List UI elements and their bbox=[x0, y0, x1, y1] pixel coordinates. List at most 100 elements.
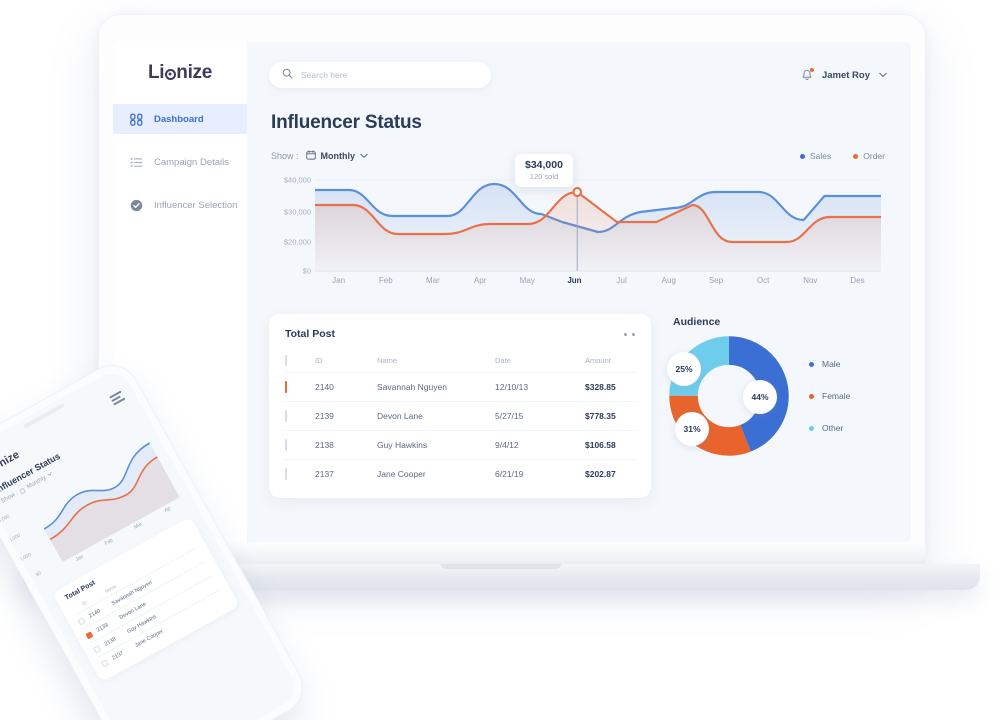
y-tick-label: $0 bbox=[302, 266, 311, 276]
sidebar-item-influencer-selection[interactable]: Influencer Selection bbox=[113, 190, 247, 220]
sidebar-item-campaign-details[interactable]: Campaign Details bbox=[113, 147, 247, 177]
chevron-down-icon[interactable] bbox=[360, 151, 368, 161]
hamburger-icon[interactable] bbox=[109, 390, 126, 406]
x-tick-label: Feb bbox=[378, 276, 393, 285]
calendar-icon bbox=[305, 150, 316, 162]
column-header-name: Name bbox=[377, 356, 398, 365]
x-tick-label: Nov bbox=[803, 276, 818, 285]
search-input[interactable] bbox=[301, 70, 478, 80]
y-tick-label: $30,000 bbox=[2, 532, 22, 547]
legend-dot bbox=[809, 393, 814, 399]
x-tick-label: May bbox=[519, 276, 535, 285]
laptop-screen: Li nize Dashboard Campaign Details Influe… bbox=[113, 42, 911, 542]
chevron-down-icon[interactable] bbox=[879, 70, 887, 81]
row-checkbox[interactable] bbox=[285, 468, 287, 480]
total-post-table: ID Name Date Amount 2140 Savannah Nguyen bbox=[285, 349, 635, 488]
audience-legend-item-female: Female bbox=[809, 391, 850, 401]
legend-label: Female bbox=[822, 391, 851, 401]
legend-label: Sales bbox=[810, 151, 832, 161]
column-header-id: ID bbox=[315, 356, 323, 365]
logo-ring-icon bbox=[164, 68, 176, 80]
sidebar-item-label: Dashboard bbox=[154, 113, 204, 125]
chart-legend: Sales Order bbox=[800, 151, 885, 161]
more-dots-icon[interactable] bbox=[624, 332, 635, 336]
table-row[interactable]: 2138 Guy Hawkins 9/4/12 $106.58 bbox=[285, 430, 635, 460]
audience-legend: Male Female Other bbox=[809, 359, 850, 433]
x-tick-label: Mar bbox=[426, 276, 440, 285]
column-header-date: Date bbox=[495, 356, 511, 365]
chevron-down-icon[interactable] bbox=[47, 471, 54, 479]
chart-controls-row: Show : Monthly Sales Order bbox=[271, 150, 885, 162]
audience-donut-chart: 44% 31% 25% bbox=[667, 336, 789, 456]
search-bar[interactable] bbox=[269, 62, 491, 88]
sidebar-item-dashboard[interactable]: Dashboard bbox=[113, 104, 247, 134]
sidebar-item-label: Influencer Selection bbox=[154, 199, 238, 211]
period-select[interactable]: Monthly bbox=[305, 150, 369, 162]
row-checkbox[interactable] bbox=[285, 410, 287, 422]
page-title: Influencer Status bbox=[271, 112, 422, 133]
cell-amount: $202.87 bbox=[585, 459, 635, 488]
cell-amount: $778.35 bbox=[585, 401, 635, 431]
row-checkbox[interactable] bbox=[77, 616, 86, 625]
legend-dot bbox=[809, 425, 814, 431]
check-circle-icon bbox=[130, 199, 143, 212]
table-row[interactable]: 2140 Savannah Nguyen 12/10/13 $328.85 bbox=[285, 372, 635, 402]
legend-label: Other bbox=[822, 423, 844, 433]
row-checkbox[interactable] bbox=[85, 630, 94, 639]
grid-icon bbox=[130, 113, 143, 126]
show-label: Show : bbox=[271, 151, 299, 161]
y-tick-label: $0 bbox=[34, 570, 43, 579]
main-content: Jamet Roy Influencer Status Show : Month… bbox=[247, 42, 911, 542]
chart-y-axis: $40,000 $30,000 $20,000 $0 bbox=[269, 172, 311, 276]
cell-id: 2137 bbox=[315, 459, 377, 488]
sales-order-chart: $40,000 $30,000 $20,000 $0 $34,000 120 s… bbox=[269, 154, 887, 292]
list-icon bbox=[130, 156, 143, 169]
x-tick-label: Jan bbox=[332, 276, 346, 285]
cards-row: Total Post ID Name Date Amount 2140 Sava… bbox=[269, 314, 887, 498]
row-checkbox[interactable] bbox=[100, 658, 109, 667]
x-tick-label: Aug bbox=[661, 276, 676, 285]
table-row[interactable]: 2137 Jane Cooper 6/21/19 $202.87 bbox=[285, 459, 635, 488]
y-tick-label: $40,000 bbox=[283, 175, 311, 185]
row-checkbox[interactable] bbox=[285, 439, 287, 451]
table-row[interactable]: 2139 Devon Lane 5/27/15 $778.35 bbox=[285, 401, 635, 431]
period-value: Monthly bbox=[320, 151, 356, 161]
screenshot-root: Li nize Dashboard Campaign Details Influe… bbox=[0, 0, 1000, 720]
y-tick-label: $40,000 bbox=[0, 513, 12, 528]
donut-label-female: 31% bbox=[675, 412, 709, 446]
row-checkbox[interactable] bbox=[92, 644, 101, 653]
chart-svg bbox=[313, 179, 883, 272]
cell-date: 9/4/12 bbox=[495, 430, 585, 460]
card-title: Total Post bbox=[285, 328, 335, 340]
cell-amount: $328.85 bbox=[585, 372, 635, 402]
legend-label: Male bbox=[822, 359, 841, 369]
user-menu[interactable]: Jamet Roy bbox=[801, 67, 887, 82]
cell-date: 6/21/19 bbox=[495, 459, 585, 488]
donut-label-male: 44% bbox=[743, 380, 777, 414]
tooltip-value: $34,000 bbox=[525, 159, 563, 171]
topbar: Jamet Roy bbox=[269, 62, 887, 88]
donut-label-other: 25% bbox=[667, 352, 701, 386]
row-checkbox[interactable] bbox=[285, 381, 287, 393]
logo-text-pre: Li bbox=[147, 62, 165, 83]
legend-item-order: Order bbox=[853, 151, 885, 161]
chart-tooltip: $34,000 120 sold bbox=[515, 154, 573, 187]
total-post-card: Total Post ID Name Date Amount 2140 Sava… bbox=[269, 314, 651, 498]
y-tick-label: $30,000 bbox=[283, 207, 311, 217]
search-icon bbox=[282, 66, 293, 84]
legend-dot bbox=[853, 154, 859, 159]
legend-dot bbox=[809, 361, 814, 367]
notification-dot bbox=[809, 67, 814, 72]
x-tick-label-selected: Jun bbox=[567, 276, 582, 285]
total-post-header: Total Post bbox=[285, 328, 635, 340]
phone-show-label: Show : bbox=[0, 490, 20, 505]
x-tick-label: Jul bbox=[616, 276, 627, 285]
legend-dot bbox=[800, 154, 805, 159]
cell-id: 2138 bbox=[315, 430, 377, 460]
cell-date: 12/10/13 bbox=[495, 372, 585, 402]
cell-name: Devon Lane bbox=[377, 401, 495, 431]
period-filter: Show : Monthly bbox=[271, 150, 368, 162]
cell-name: Savannah Nguyen bbox=[377, 372, 495, 402]
bell-icon[interactable] bbox=[801, 67, 814, 82]
select-all-checkbox[interactable] bbox=[285, 355, 287, 366]
